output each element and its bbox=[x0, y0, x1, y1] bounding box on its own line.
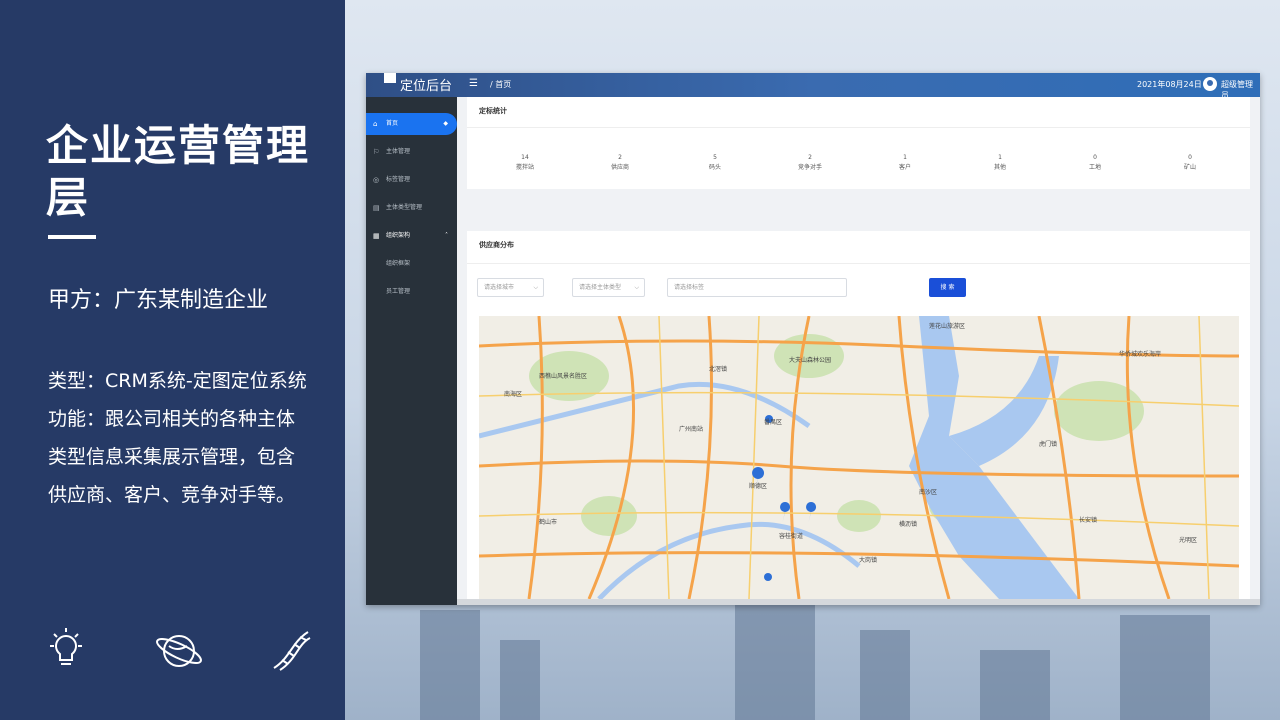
svg-text:容桂街道: 容桂街道 bbox=[779, 532, 803, 540]
svg-text:莲花山旅游区: 莲花山旅游区 bbox=[929, 322, 965, 330]
tag-select[interactable]: 请选择标签 bbox=[667, 278, 847, 297]
svg-text:华侨城欢乐海岸: 华侨城欢乐海岸 bbox=[1119, 350, 1161, 358]
stat-item[interactable]: 0 工地 bbox=[1065, 153, 1125, 173]
svg-text:大夫山森林公园: 大夫山森林公园 bbox=[789, 356, 831, 364]
svg-text:西樵山风景名胜区: 西樵山风景名胜区 bbox=[539, 372, 587, 380]
sidebar-item-home[interactable]: ⌂ 首页 ◆ bbox=[366, 113, 457, 135]
tag-icon: ◎ bbox=[373, 176, 380, 184]
app-screenshot: 定位后台 ☰ / 首页 2021年08月24日 超级管理员 ⌂ 首页 ◆ ⚐ 主… bbox=[366, 73, 1260, 605]
chevron-right-icon: ◆ bbox=[443, 120, 448, 127]
sidebar-item-subjects[interactable]: ⚐ 主体管理 bbox=[366, 141, 457, 163]
sidebar-item-staff[interactable]: 员工管理 bbox=[366, 281, 457, 303]
sidebar-item-tags[interactable]: ◎ 标签管理 bbox=[366, 169, 457, 191]
svg-text:顺德区: 顺德区 bbox=[749, 482, 767, 490]
info-panel: 企业运营管理层 甲方：广东某制造企业 类型：CRM系统-定图定位系统 功能：跟公… bbox=[0, 0, 345, 720]
app-header: 定位后台 ☰ / 首页 2021年08月24日 超级管理员 bbox=[366, 73, 1260, 100]
search-button[interactable]: 搜 索 bbox=[929, 278, 966, 297]
svg-text:南海区: 南海区 bbox=[504, 390, 522, 398]
title-underline bbox=[48, 235, 96, 239]
chevron-down-icon: ⌵ bbox=[634, 284, 639, 291]
stat-item[interactable]: 2 供应商 bbox=[590, 153, 650, 173]
dna-icon bbox=[273, 631, 311, 671]
svg-text:长安镇: 长安镇 bbox=[1079, 516, 1097, 524]
supplier-title: 供应商分布 bbox=[479, 241, 514, 249]
client-line: 甲方：广东某制造企业 bbox=[48, 288, 269, 313]
stat-item[interactable]: 0 矿山 bbox=[1160, 153, 1220, 173]
lightbulb-icon bbox=[50, 628, 82, 665]
stat-item[interactable]: 5 码头 bbox=[685, 153, 745, 173]
chevron-up-icon: ˄ bbox=[445, 232, 448, 239]
svg-text:广州南站: 广州南站 bbox=[679, 425, 703, 433]
slide-title: 企业运营管理层 bbox=[46, 121, 311, 222]
description: 类型：CRM系统-定图定位系统 功能：跟公司相关的各种主体类型信息采集展示管理，… bbox=[48, 362, 310, 514]
breadcrumb[interactable]: / 首页 bbox=[490, 79, 511, 90]
header-date: 2021年08月24日 bbox=[1137, 80, 1202, 89]
svg-text:南沙区: 南沙区 bbox=[919, 488, 937, 496]
app-logo: 定位后台 bbox=[400, 79, 453, 94]
stat-item[interactable]: 1 其他 bbox=[970, 153, 1030, 173]
stat-item[interactable]: 2 竞争对手 bbox=[780, 153, 840, 173]
chevron-down-icon: ⌵ bbox=[533, 284, 538, 291]
stats-title: 定标统计 bbox=[479, 107, 507, 115]
svg-text:大岗镇: 大岗镇 bbox=[859, 556, 877, 564]
sidebar-item-org[interactable]: ▦ 组织架构 ˄ bbox=[366, 225, 457, 247]
sidebar-item-subject-types[interactable]: ▤ 主体类型管理 bbox=[366, 197, 457, 219]
sidebar: ⌂ 首页 ◆ ⚐ 主体管理 ◎ 标签管理 ▤ 主体类型管理 ▦ 组织架构 ˄ 组… bbox=[366, 97, 457, 605]
stats-card: 定标统计 14 搅拌站 2 供应商 5 码头 2 竞争对手 1 客户 1 其他 0 工地 0矿… bbox=[467, 97, 1250, 189]
flag-icon: ⚐ bbox=[373, 148, 380, 156]
horizontal-scrollbar[interactable] bbox=[457, 599, 1260, 605]
home-icon: ⌂ bbox=[373, 120, 378, 128]
svg-text:横沥镇: 横沥镇 bbox=[899, 520, 917, 528]
sidebar-item-org-frame[interactable]: 组织框架 bbox=[366, 253, 457, 275]
svg-text:番禺区: 番禺区 bbox=[764, 419, 782, 426]
svg-text:光明区: 光明区 bbox=[1179, 536, 1197, 544]
function-line: 功能：跟公司相关的各种主体类型信息采集展示管理，包含供应商、客户、竞争对手等。 bbox=[48, 408, 296, 506]
city-select[interactable]: 请选择城市 ⌵ bbox=[477, 278, 544, 297]
logo-mark bbox=[384, 73, 396, 83]
svg-text:北滘镇: 北滘镇 bbox=[709, 365, 727, 373]
icon-row bbox=[46, 628, 316, 678]
avatar[interactable] bbox=[1203, 77, 1217, 91]
planet-icon bbox=[156, 635, 202, 667]
supplier-map[interactable]: 顺德区 容桂街道 南沙区 番禺区 大夫山森林公园 莲花山旅游区 大岗镇 横沥镇 … bbox=[479, 316, 1239, 599]
org-icon: ▦ bbox=[373, 232, 380, 240]
svg-text:鹤山市: 鹤山市 bbox=[539, 518, 557, 526]
type-line: 类型：CRM系统-定图定位系统 bbox=[48, 370, 307, 392]
subject-type-select[interactable]: 请选择主体类型 ⌵ bbox=[572, 278, 645, 297]
svg-text:虎门镇: 虎门镇 bbox=[1039, 440, 1057, 448]
menu-toggle-icon[interactable]: ☰ bbox=[469, 78, 478, 89]
stat-item[interactable]: 14 搅拌站 bbox=[495, 153, 555, 173]
doc-icon: ▤ bbox=[373, 204, 380, 212]
stat-item[interactable]: 1 客户 bbox=[875, 153, 935, 173]
